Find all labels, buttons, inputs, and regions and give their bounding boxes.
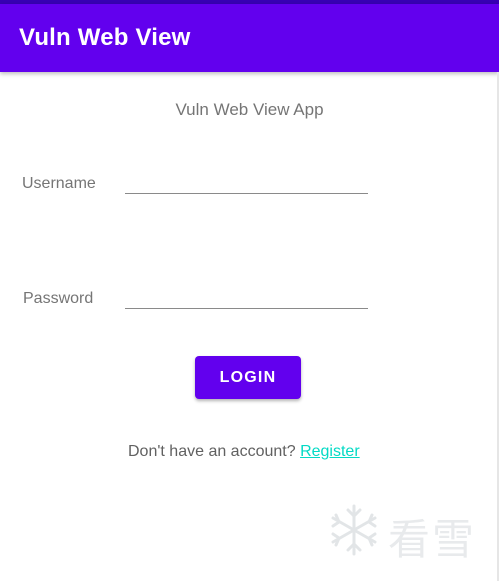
watermark-text: 看雪 bbox=[388, 515, 477, 564]
app-bar-title: Vuln Web View bbox=[19, 24, 191, 51]
page-heading: Vuln Web View App bbox=[175, 100, 324, 119]
watermark: 看雪 bbox=[326, 500, 476, 564]
snowflake-icon bbox=[331, 504, 377, 556]
register-link[interactable]: Register bbox=[300, 443, 360, 460]
username-label: Username bbox=[22, 175, 96, 192]
password-label: Password bbox=[23, 290, 94, 307]
register-prompt-text: Don't have an account? bbox=[128, 443, 301, 460]
app-screen: Vuln Web View Vuln Web View App Username… bbox=[0, 0, 499, 581]
password-input[interactable] bbox=[125, 281, 368, 309]
login-button[interactable]: LOGIN bbox=[195, 356, 301, 399]
app-bar: Vuln Web View bbox=[0, 4, 499, 72]
register-prompt-row: Don't have an account? Register bbox=[128, 443, 360, 461]
username-input[interactable] bbox=[125, 166, 368, 194]
